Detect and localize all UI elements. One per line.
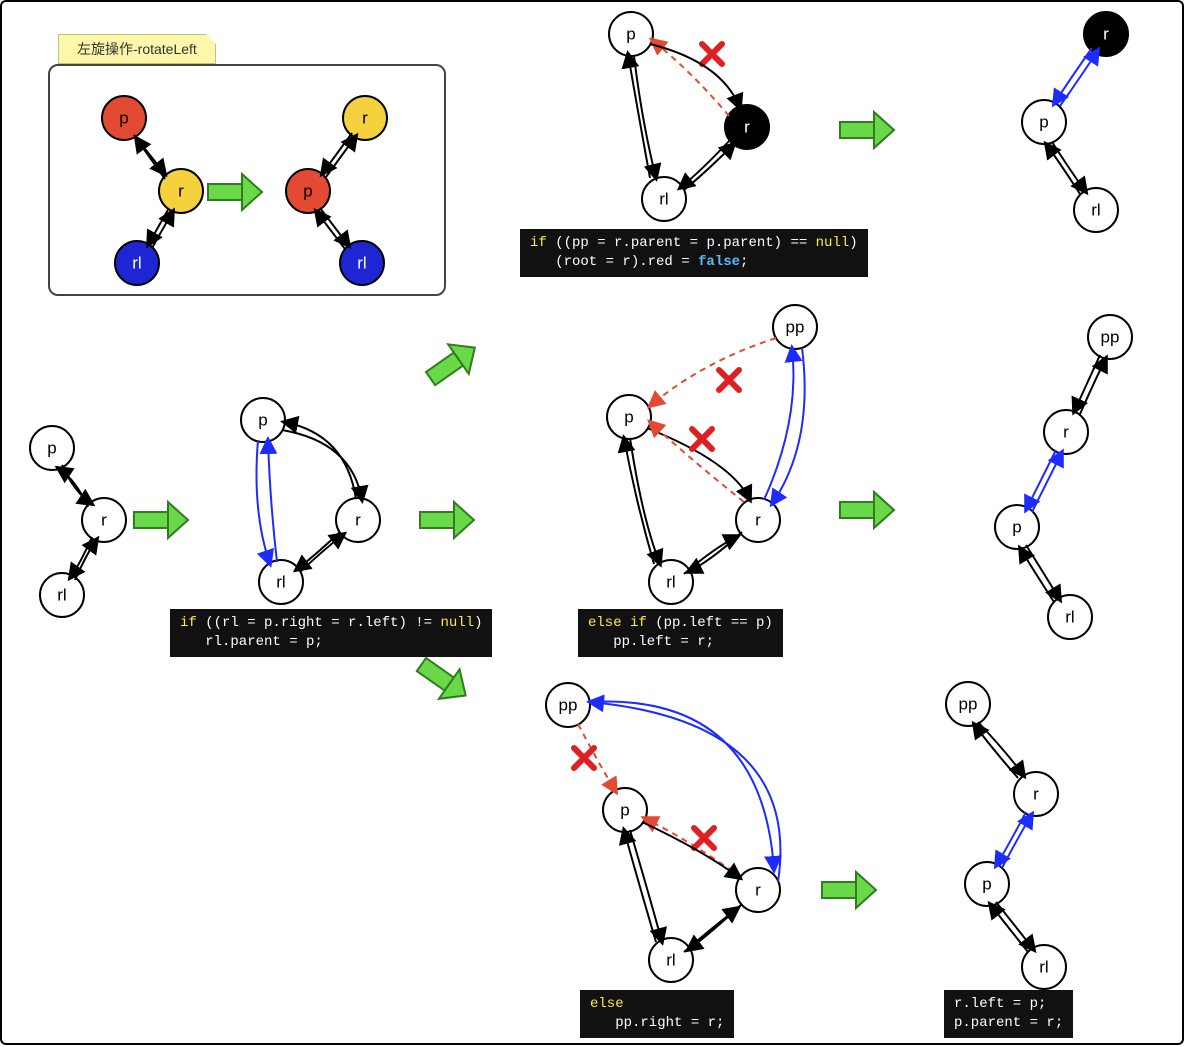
arrow-case1 (840, 112, 894, 148)
svg-text:pp: pp (1101, 328, 1120, 347)
node-rl: rl (132, 254, 141, 273)
diagram-page: 左旋操作-rotateLeft if ((pp = r.parent = p.p… (0, 0, 1184, 1045)
svg-text:r: r (101, 511, 107, 530)
svg-text:p: p (982, 875, 991, 894)
case1-left: p r rl (609, 12, 769, 221)
x-icon (574, 748, 594, 768)
node-r: r (362, 109, 368, 128)
case1-right: r p rl (1022, 12, 1128, 232)
svg-text:r: r (755, 881, 761, 900)
arrow-2-up (420, 333, 485, 393)
inset-right: r p rl (286, 96, 387, 285)
svg-text:pp: pp (959, 695, 978, 714)
svg-text:rl: rl (57, 586, 66, 605)
svg-text:r: r (355, 511, 361, 530)
svg-text:p: p (47, 439, 56, 458)
svg-text:pp: pp (559, 696, 578, 715)
svg-text:r: r (1033, 785, 1039, 804)
svg-text:r: r (755, 511, 761, 530)
inset-left: p r rl (102, 96, 203, 285)
case3-left: pp p r rl (546, 683, 780, 982)
case3-right: pp r p rl (946, 682, 1066, 989)
x-icon (692, 429, 712, 449)
svg-text:rl: rl (666, 573, 675, 592)
arrow-case2 (840, 492, 894, 528)
case2-left: pp p r rl (607, 305, 817, 604)
svg-text:p: p (1039, 113, 1048, 132)
svg-text:r: r (1063, 423, 1069, 442)
svg-text:rl: rl (1065, 608, 1074, 627)
arrow-2-down (411, 650, 476, 710)
svg-text:rl: rl (276, 573, 285, 592)
svg-text:p: p (624, 408, 633, 427)
diagram-svg: p r rl r p rl p r rl (2, 2, 1184, 1047)
x-icon (694, 828, 714, 848)
svg-text:rl: rl (1091, 201, 1100, 220)
svg-text:r: r (744, 118, 750, 137)
initial-tree: p r rl (30, 426, 126, 617)
svg-text:rl: rl (659, 190, 668, 209)
inset-arrow (208, 174, 262, 210)
svg-text:rl: rl (1039, 958, 1048, 977)
node-p: p (303, 182, 312, 201)
svg-text:p: p (1012, 518, 1021, 537)
svg-text:p: p (258, 411, 267, 430)
node-p: p (119, 109, 128, 128)
arrow-1 (134, 502, 188, 538)
x-icon (702, 44, 722, 64)
svg-text:p: p (620, 801, 629, 820)
node-r: r (178, 182, 184, 201)
x-icon (719, 370, 739, 390)
step2-tree: p r rl (241, 398, 380, 604)
svg-text:pp: pp (786, 318, 805, 337)
arrow-case3 (822, 872, 876, 908)
svg-text:p: p (626, 25, 635, 44)
node-rl: rl (357, 254, 366, 273)
svg-text:rl: rl (666, 951, 675, 970)
case2-right: pp r p rl (995, 315, 1132, 639)
svg-text:r: r (1103, 25, 1109, 44)
arrow-2-mid (420, 502, 474, 538)
